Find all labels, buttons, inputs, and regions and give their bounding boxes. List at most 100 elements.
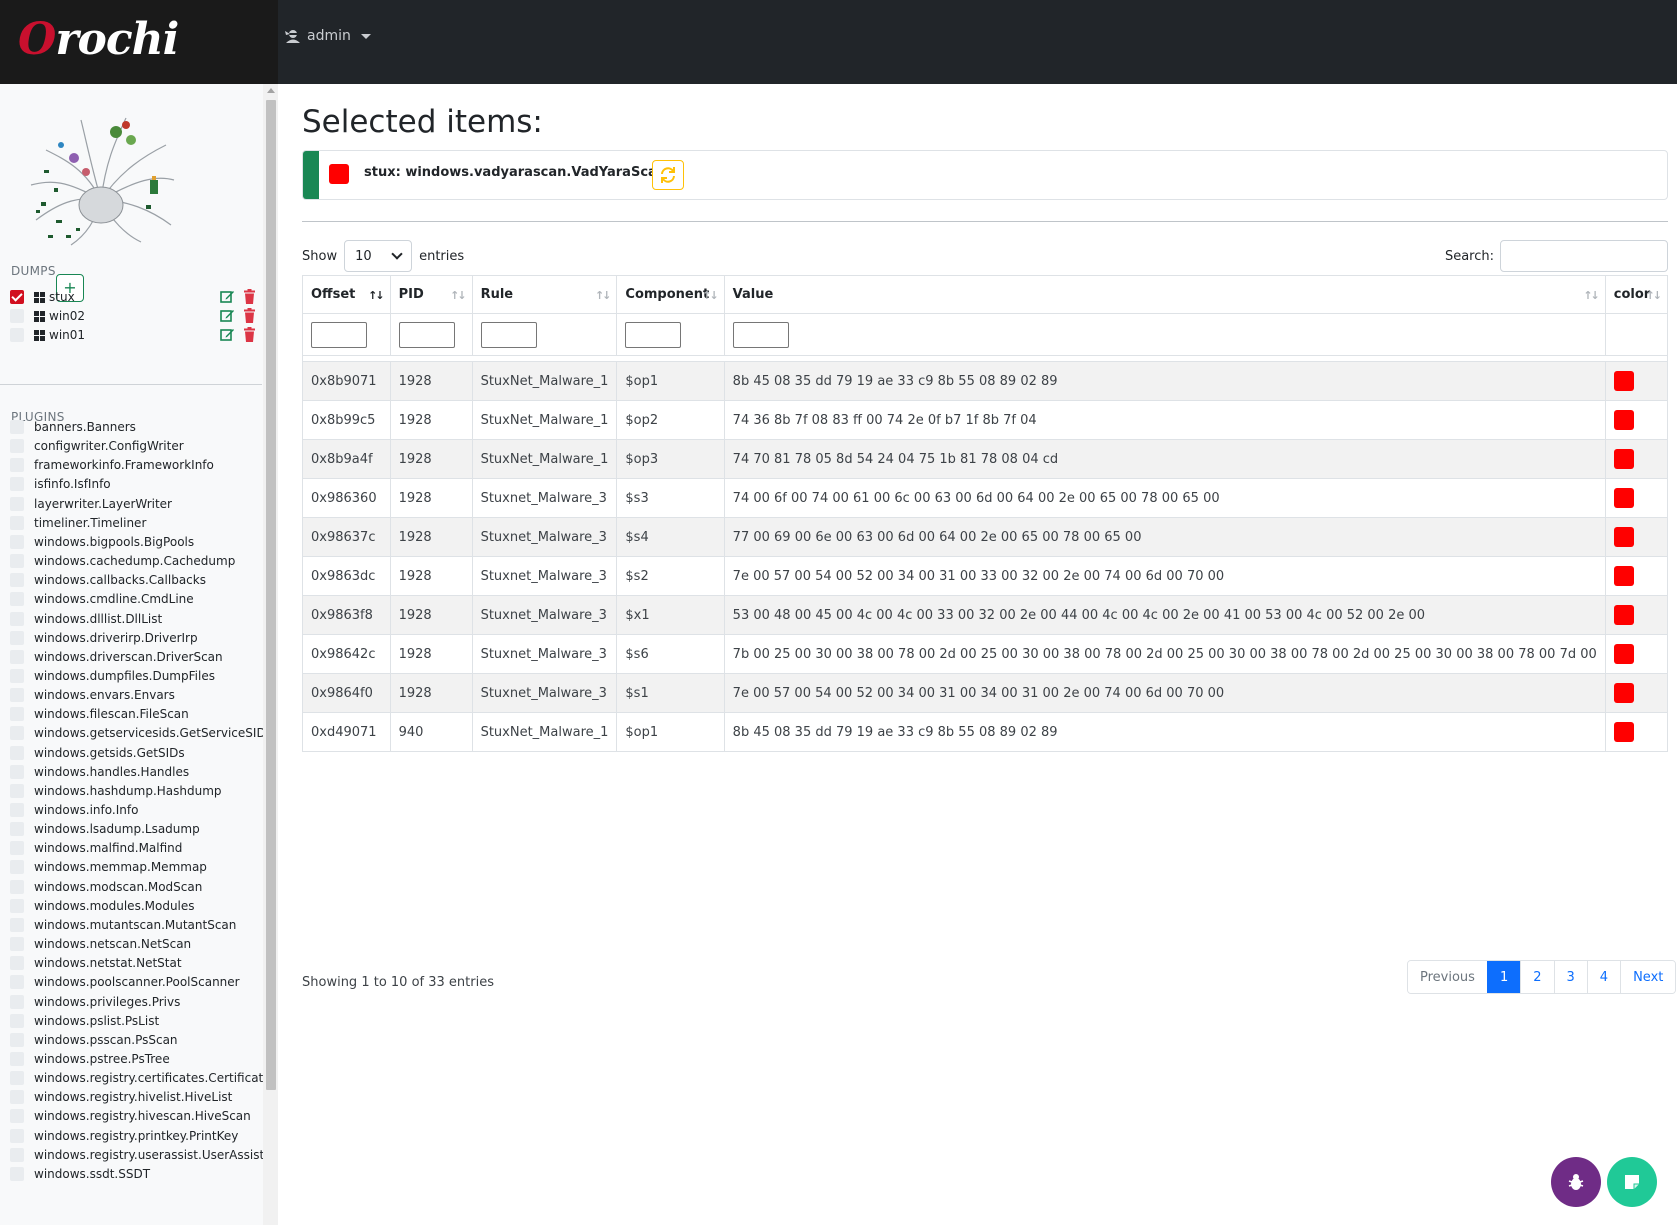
plugin-checkbox[interactable] bbox=[10, 1090, 24, 1105]
plugin-checkbox[interactable] bbox=[10, 841, 24, 856]
plugin-checkbox[interactable] bbox=[10, 1109, 24, 1124]
plugin-checkbox[interactable] bbox=[10, 860, 24, 875]
row-color-swatch[interactable] bbox=[1613, 605, 1634, 625]
plugin-item[interactable]: windows.poolscanner.PoolScanner bbox=[10, 973, 240, 991]
plugin-checkbox[interactable] bbox=[10, 458, 24, 473]
brand-logo[interactable]: Orochi bbox=[18, 14, 179, 65]
plugin-checkbox[interactable] bbox=[10, 956, 24, 971]
plugin-item[interactable]: windows.modscan.ModScan bbox=[10, 878, 202, 896]
component-filter-input[interactable] bbox=[625, 321, 682, 348]
plugin-checkbox[interactable] bbox=[10, 1032, 24, 1047]
plugin-item[interactable]: configwriter.ConfigWriter bbox=[10, 437, 184, 455]
plugin-checkbox[interactable] bbox=[10, 592, 24, 607]
plugin-checkbox[interactable] bbox=[10, 879, 24, 894]
value-filter-input[interactable] bbox=[732, 321, 789, 348]
plugin-checkbox[interactable] bbox=[10, 764, 24, 779]
plugin-item[interactable]: layerwriter.LayerWriter bbox=[10, 495, 172, 513]
dump-checkbox[interactable] bbox=[10, 290, 24, 304]
plugin-item[interactable]: windows.getservicesids.GetServiceSIDs bbox=[10, 724, 272, 742]
plugin-item[interactable]: frameworkinfo.FrameworkInfo bbox=[10, 456, 214, 474]
notes-button[interactable] bbox=[1607, 1157, 1657, 1207]
plugin-item[interactable]: windows.info.Info bbox=[10, 801, 138, 819]
dump-checkbox[interactable] bbox=[10, 309, 24, 323]
plugin-checkbox[interactable] bbox=[10, 898, 24, 913]
plugin-checkbox[interactable] bbox=[10, 975, 24, 990]
plugin-checkbox[interactable] bbox=[10, 688, 24, 703]
plugin-item[interactable]: windows.getsids.GetSIDs bbox=[10, 744, 185, 762]
edit-icon[interactable] bbox=[220, 308, 235, 323]
pid-filter-input[interactable] bbox=[398, 321, 455, 348]
plugin-item[interactable]: windows.hashdump.Hashdump bbox=[10, 782, 222, 800]
scrollbar-thumb[interactable] bbox=[266, 100, 276, 1090]
plugin-checkbox[interactable] bbox=[10, 1128, 24, 1143]
plugin-item[interactable]: windows.psscan.PsScan bbox=[10, 1031, 178, 1049]
table-row[interactable]: 0x98642c 1928 Stuxnet_Malware_3 $s6 7b 00 25… bbox=[302, 634, 1669, 674]
plugin-item[interactable]: windows.pstree.PsTree bbox=[10, 1050, 170, 1068]
plugin-checkbox[interactable] bbox=[10, 917, 24, 932]
dump-checkbox[interactable] bbox=[10, 328, 24, 342]
plugin-item[interactable]: windows.pslist.PsList bbox=[10, 1012, 159, 1030]
plugin-checkbox[interactable] bbox=[10, 534, 24, 549]
plugin-checkbox[interactable] bbox=[10, 1147, 24, 1162]
bug-report-button[interactable] bbox=[1551, 1157, 1601, 1207]
rule-filter-input[interactable] bbox=[480, 321, 537, 348]
plugin-checkbox[interactable] bbox=[10, 573, 24, 588]
plugin-item[interactable]: timeliner.Timeliner bbox=[10, 514, 146, 532]
page-button[interactable]: 2 bbox=[1520, 961, 1554, 993]
plugin-item[interactable]: windows.privileges.Privs bbox=[10, 993, 180, 1011]
dump-item[interactable]: stux bbox=[10, 287, 258, 307]
plugin-item[interactable]: windows.envars.Envars bbox=[10, 686, 175, 704]
plugin-checkbox[interactable] bbox=[10, 707, 24, 722]
plugin-item[interactable]: windows.filescan.FileScan bbox=[10, 705, 189, 723]
plugin-item[interactable]: windows.bigpools.BigPools bbox=[10, 533, 194, 551]
plugin-item[interactable]: windows.cmdline.CmdLine bbox=[10, 590, 194, 608]
table-row[interactable]: 0x8b99c5 1928 StuxNet_Malware_1 $op2 74 36 8… bbox=[302, 400, 1669, 440]
row-color-swatch[interactable] bbox=[1613, 449, 1634, 469]
column-header-color[interactable]: color ↑↓ bbox=[1604, 275, 1669, 314]
row-color-swatch[interactable] bbox=[1613, 527, 1634, 547]
trash-icon[interactable] bbox=[243, 289, 256, 304]
plugin-checkbox[interactable] bbox=[10, 1051, 24, 1066]
edit-icon[interactable] bbox=[220, 289, 235, 304]
plugin-item[interactable]: windows.driverirp.DriverIrp bbox=[10, 629, 198, 647]
search-input[interactable] bbox=[1500, 240, 1668, 272]
plugin-checkbox[interactable] bbox=[10, 745, 24, 760]
plugin-item[interactable]: windows.lsadump.Lsadump bbox=[10, 820, 200, 838]
plugin-item[interactable]: windows.registry.printkey.PrintKey bbox=[10, 1127, 238, 1145]
plugin-item[interactable]: banners.Banners bbox=[10, 418, 136, 436]
plugin-checkbox[interactable] bbox=[10, 420, 24, 434]
plugin-item[interactable]: windows.netstat.NetStat bbox=[10, 954, 182, 972]
plugin-checkbox[interactable] bbox=[10, 1013, 24, 1028]
plugin-item[interactable]: windows.cachedump.Cachedump bbox=[10, 552, 235, 570]
page-button[interactable]: 3 bbox=[1553, 961, 1587, 993]
next-page-button[interactable]: Next bbox=[1620, 961, 1676, 993]
plugin-checkbox[interactable] bbox=[10, 937, 24, 952]
row-color-swatch[interactable] bbox=[1613, 566, 1634, 586]
plugin-item[interactable]: windows.registry.userassist.UserAssist bbox=[10, 1146, 264, 1164]
scroll-up-icon[interactable] bbox=[267, 88, 275, 93]
dump-item[interactable]: win02 bbox=[10, 306, 258, 326]
column-header-offset[interactable]: Offset ↑↓ bbox=[302, 275, 391, 314]
table-row[interactable]: 0x9863dc 1928 Stuxnet_Malware_3 $s2 7e 00 57… bbox=[302, 556, 1669, 596]
dump-item[interactable]: win01 bbox=[10, 325, 258, 345]
plugin-checkbox[interactable] bbox=[10, 726, 24, 741]
plugin-checkbox[interactable] bbox=[10, 822, 24, 837]
row-color-swatch[interactable] bbox=[1613, 371, 1634, 391]
plugin-item[interactable]: windows.registry.hivelist.HiveList bbox=[10, 1088, 232, 1106]
page-length-select[interactable]: 10 bbox=[344, 240, 413, 272]
table-row[interactable]: 0x9863f8 1928 Stuxnet_Malware_3 $x1 53 00 48… bbox=[302, 595, 1669, 635]
plugin-checkbox[interactable] bbox=[10, 496, 24, 511]
table-row[interactable]: 0x98637c 1928 Stuxnet_Malware_3 $s4 77 00 69… bbox=[302, 517, 1669, 557]
selected-item-color-swatch[interactable] bbox=[329, 164, 349, 184]
column-header-rule[interactable]: Rule ↑↓ bbox=[471, 275, 618, 314]
plugin-checkbox[interactable] bbox=[10, 611, 24, 626]
plugin-checkbox[interactable] bbox=[10, 668, 24, 683]
sidebar-scrollbar[interactable] bbox=[263, 84, 278, 1225]
plugin-checkbox[interactable] bbox=[10, 554, 24, 569]
plugin-checkbox[interactable] bbox=[10, 439, 24, 454]
refresh-button[interactable] bbox=[652, 160, 684, 190]
plugin-checkbox[interactable] bbox=[10, 1166, 24, 1181]
offset-filter-input[interactable] bbox=[311, 321, 367, 348]
table-row[interactable]: 0x986360 1928 Stuxnet_Malware_3 $s3 74 00 6f… bbox=[302, 478, 1669, 518]
plugin-item[interactable]: windows.callbacks.Callbacks bbox=[10, 571, 206, 589]
